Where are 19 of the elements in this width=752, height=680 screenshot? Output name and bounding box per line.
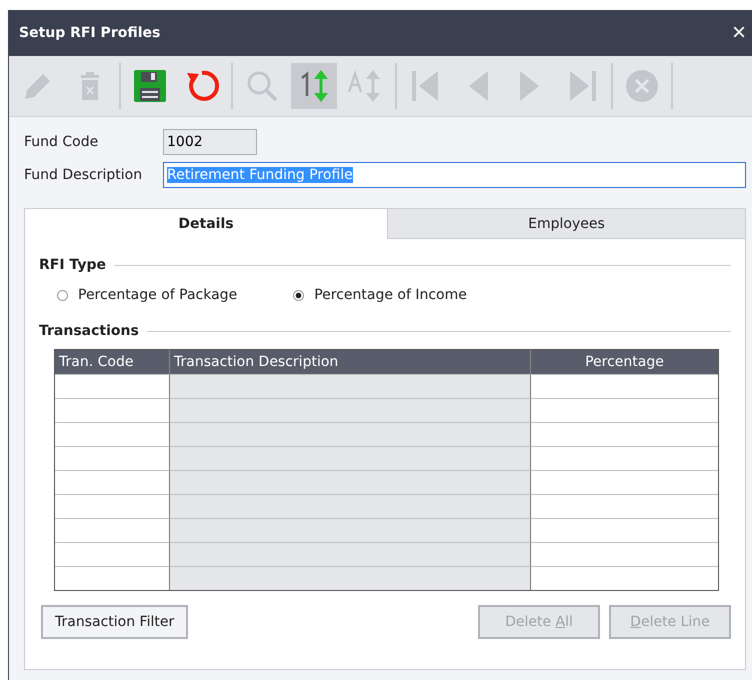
column-header: Tran. Code	[55, 350, 170, 374]
toolbar-button[interactable]	[291, 63, 337, 109]
section-title: Transactions	[39, 323, 139, 339]
column-header: Percentage	[531, 350, 718, 374]
radio-option[interactable]: Percentage of Income	[293, 287, 467, 303]
cancel-icon	[624, 68, 660, 104]
undo-icon	[184, 68, 220, 104]
field-label: Fund Code	[24, 134, 100, 150]
column-header: Transaction Description	[170, 350, 531, 374]
section-title: RFI Type	[39, 257, 106, 273]
tab[interactable]: Employees	[387, 209, 745, 239]
radio-button[interactable]	[57, 290, 68, 300]
field-label: Fund Description	[24, 167, 144, 183]
input-field[interactable]: 1002	[163, 129, 257, 155]
close-button[interactable]: ×	[732, 21, 746, 45]
action-button[interactable]: Transaction Filter	[41, 605, 188, 639]
window-title: Setup RFI Profiles	[19, 25, 160, 41]
radio-option[interactable]: Percentage of Package	[57, 287, 238, 303]
radio-button[interactable]	[293, 290, 304, 300]
